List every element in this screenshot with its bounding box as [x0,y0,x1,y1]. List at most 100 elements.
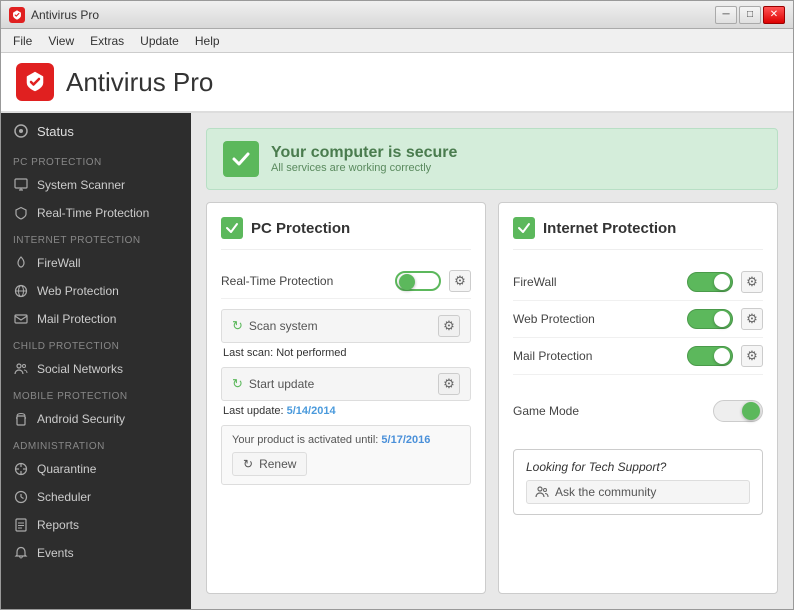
close-button[interactable]: ✕ [763,6,785,24]
sidebar-item-web[interactable]: Web Protection [1,277,191,305]
internet-check-icon [513,217,535,239]
sidebar-item-events[interactable]: Events [1,539,191,567]
update-icon: ↻ [232,376,243,392]
last-update-value: 5/14/2014 [287,405,336,417]
sidebar-section-pc: PC PROTECTION [1,149,191,171]
sidebar-item-scheduler[interactable]: Scheduler [1,483,191,511]
status-banner: Your computer is secure All services are… [206,128,778,190]
last-scan-value: Not performed [276,347,346,359]
mail-icon [13,311,29,327]
sidebar-item-android[interactable]: Android Security [1,405,191,433]
mail-gear-button[interactable]: ⚙ [741,345,763,367]
monitor-icon [13,177,29,193]
renew-button[interactable]: ↻ Renew [232,452,307,476]
update-label[interactable]: Start update [249,377,438,391]
maximize-button[interactable]: □ [739,6,761,24]
tech-support-title: Looking for Tech Support? [526,460,750,474]
mail-knob [714,348,730,364]
bell-icon [13,545,29,561]
sidebar-section-child: CHILD PROTECTION [1,333,191,355]
mail-toggle[interactable] [687,346,733,366]
scheduler-label: Scheduler [37,490,91,504]
internet-panel-title: Internet Protection [543,220,676,237]
sidebar-item-quarantine[interactable]: Quarantine [1,455,191,483]
sidebar-section-internet: INTERNET PROTECTION [1,227,191,249]
app-icon [9,7,25,23]
pc-panel-header: PC Protection [221,217,471,250]
firewall-gear-button[interactable]: ⚙ [741,271,763,293]
status-subtitle: All services are working correctly [271,162,457,174]
activation-label: Your product is activated until: [232,434,378,446]
activation-text: Your product is activated until: 5/17/20… [232,434,460,446]
menu-bar: File View Extras Update Help [1,29,793,53]
community-label: Ask the community [555,485,656,499]
tech-support-section: Looking for Tech Support? Ask the commun… [513,449,763,515]
minimize-button[interactable]: ─ [715,6,737,24]
internet-panel-header: Internet Protection [513,217,763,250]
globe-icon [13,283,29,299]
firewall-toggle[interactable] [687,272,733,292]
title-bar: Antivirus Pro ─ □ ✕ [1,1,793,29]
realtime-toggle[interactable] [395,271,441,291]
sidebar-item-system-scanner[interactable]: System Scanner [1,171,191,199]
internet-protection-panel: Internet Protection FireWall ⚙ Web Prote… [498,202,778,594]
game-mode-row: Game Mode [513,393,763,429]
web-protection-label: Web Protection [37,284,119,298]
game-mode-section: Game Mode [513,385,763,429]
fire-icon [13,255,29,271]
pc-protection-panel: PC Protection Real-Time Protection ⚙ ↻ [206,202,486,594]
title-bar-text: Antivirus Pro [31,8,715,22]
web-gear-button[interactable]: ⚙ [741,308,763,330]
sidebar-item-firewall[interactable]: FireWall [1,249,191,277]
status-check-icon [223,141,259,177]
update-gear-button[interactable]: ⚙ [438,373,460,395]
clock-icon [13,489,29,505]
app-header: Antivirus Pro [1,53,793,113]
firewall-label: FireWall [37,256,81,270]
firewall-toggle-row: FireWall ⚙ [513,264,763,301]
game-mode-label: Game Mode [513,404,713,418]
activation-date: 5/17/2016 [381,434,430,446]
scan-row: ↻ Scan system ⚙ [221,309,471,343]
last-scan-label: Last scan: [223,347,273,359]
people-icon [13,361,29,377]
sidebar-item-social[interactable]: Social Networks [1,355,191,383]
web-toggle[interactable] [687,309,733,329]
mail-toggle-row: Mail Protection ⚙ [513,338,763,375]
pc-check-icon [221,217,243,239]
content-area: Your computer is secure All services are… [191,113,793,609]
community-icon [535,485,549,499]
community-button[interactable]: Ask the community [526,480,750,504]
scan-gear-button[interactable]: ⚙ [438,315,460,337]
realtime-toggle-label: Real-Time Protection [221,274,395,288]
app-title: Antivirus Pro [66,67,213,98]
renew-label: Renew [259,457,296,471]
firewall-knob [714,274,730,290]
realtime-gear-button[interactable]: ⚙ [449,270,471,292]
last-update-label: Last update: [223,405,284,417]
sidebar-item-mail[interactable]: Mail Protection [1,305,191,333]
social-networks-label: Social Networks [37,362,123,376]
menu-help[interactable]: Help [187,32,228,50]
reports-label: Reports [37,518,79,532]
menu-extras[interactable]: Extras [82,32,132,50]
menu-file[interactable]: File [5,32,40,50]
scan-info: Last scan: Not performed [221,347,471,359]
android-security-label: Android Security [37,412,125,426]
sidebar-item-status[interactable]: Status [1,113,191,149]
sidebar-status-label: Status [37,124,74,139]
scan-label[interactable]: Scan system [249,319,438,333]
status-text: Your computer is secure All services are… [271,144,457,174]
menu-update[interactable]: Update [132,32,187,50]
sidebar-section-admin: ADMINISTRATION [1,433,191,455]
sidebar-item-realtime[interactable]: Real-Time Protection [1,199,191,227]
game-mode-toggle[interactable] [713,400,763,422]
realtime-label: Real-Time Protection [37,206,149,220]
menu-view[interactable]: View [40,32,82,50]
update-row: ↻ Start update ⚙ [221,367,471,401]
sidebar-item-reports[interactable]: Reports [1,511,191,539]
shield-icon [13,205,29,221]
realtime-knob [399,274,415,290]
bio-icon [13,461,29,477]
realtime-toggle-row: Real-Time Protection ⚙ [221,264,471,299]
